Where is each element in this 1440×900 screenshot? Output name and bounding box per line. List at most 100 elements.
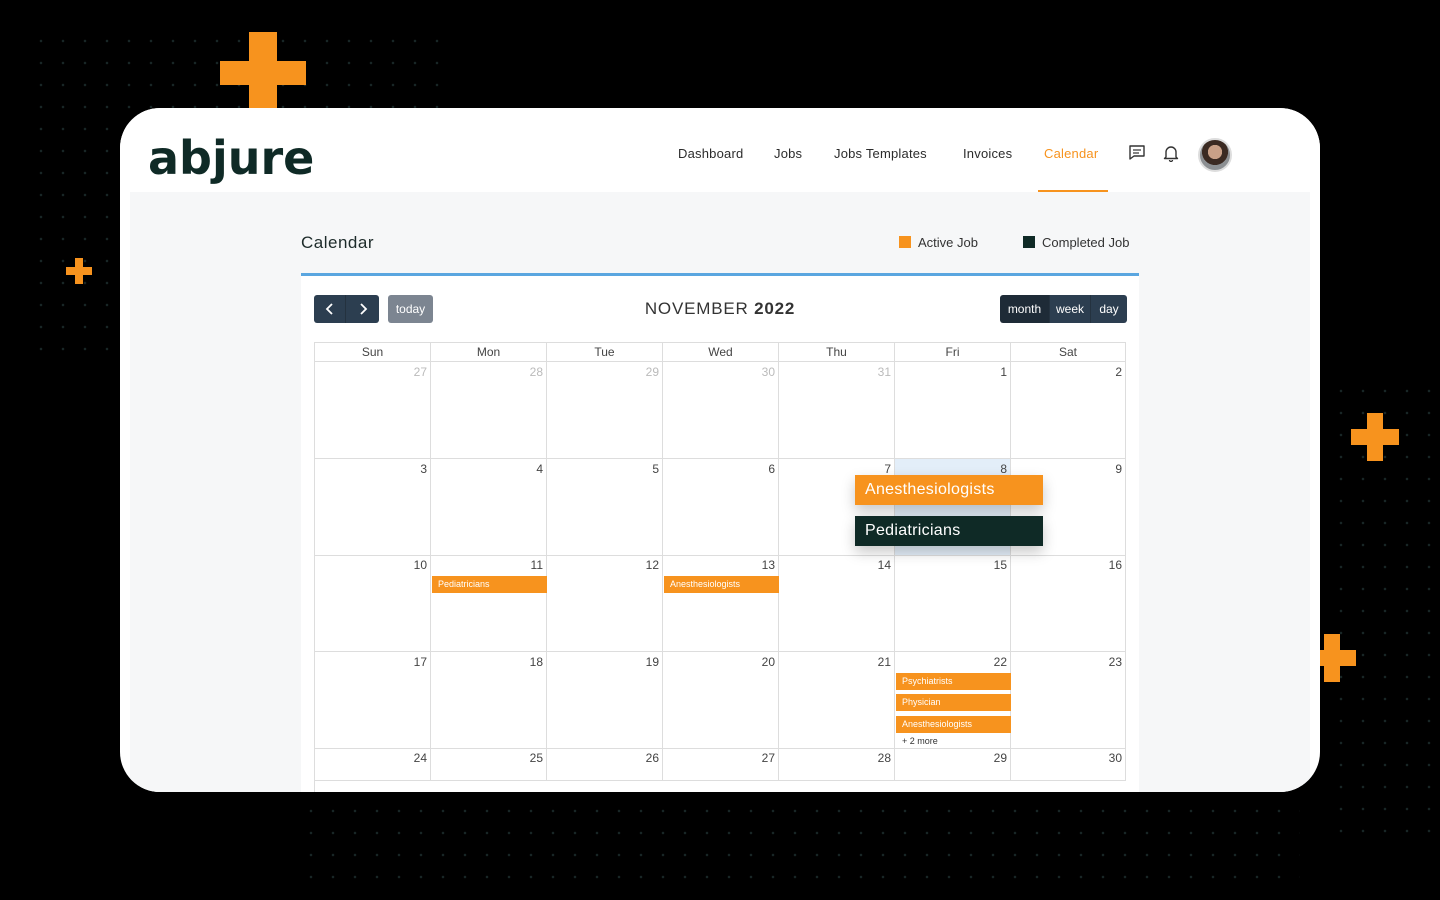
day-cell[interactable]: 6 bbox=[663, 459, 779, 556]
plus-decoration-icon bbox=[66, 258, 92, 284]
background-dot-pattern bbox=[300, 800, 1300, 890]
calendar-event[interactable]: Anesthesiologists bbox=[664, 576, 779, 593]
day-number[interactable]: 27 bbox=[414, 365, 427, 379]
day-number[interactable]: 7 bbox=[884, 462, 891, 476]
day-number[interactable]: 13 bbox=[762, 558, 775, 572]
page-title: Calendar bbox=[301, 233, 374, 252]
calendar-panel: Calendar Active Job Completed Job today bbox=[301, 192, 1139, 792]
day-cell[interactable]: 29 bbox=[547, 362, 663, 459]
calendar: today NOVEMBER 2022 month week day Sun Mo… bbox=[301, 276, 1139, 792]
day-number[interactable]: 29 bbox=[646, 365, 659, 379]
view-week-button[interactable]: week bbox=[1049, 295, 1090, 323]
day-cell[interactable]: 24 bbox=[315, 748, 431, 781]
day-number[interactable]: 21 bbox=[878, 655, 891, 669]
popup-event-active[interactable]: Anesthesiologists bbox=[855, 475, 1043, 505]
nav-calendar[interactable]: Calendar bbox=[1044, 146, 1098, 161]
day-number[interactable]: 22 bbox=[994, 655, 1007, 669]
view-month-button[interactable]: month bbox=[1000, 295, 1049, 323]
day-cell[interactable]: 18 bbox=[431, 652, 547, 749]
day-number[interactable]: 14 bbox=[878, 558, 891, 572]
day-cell[interactable]: 27 bbox=[315, 362, 431, 459]
weekday-header: Tue bbox=[547, 343, 663, 362]
nav-jobs-templates[interactable]: Jobs Templates bbox=[834, 146, 927, 161]
day-number[interactable]: 17 bbox=[414, 655, 427, 669]
day-cell[interactable]: 19 bbox=[547, 652, 663, 749]
day-cell[interactable]: 3 bbox=[315, 459, 431, 556]
calendar-event[interactable]: Anesthesiologists bbox=[896, 716, 1011, 733]
day-number[interactable]: 28 bbox=[530, 365, 543, 379]
day-cell[interactable]: 4 bbox=[431, 459, 547, 556]
popup-event-completed[interactable]: Pediatricians bbox=[855, 516, 1043, 546]
plus-decoration-icon bbox=[1316, 634, 1356, 682]
day-cell[interactable]: 11 bbox=[431, 555, 547, 652]
day-cell[interactable]: 10 bbox=[315, 555, 431, 652]
weekday-header: Fri bbox=[895, 343, 1011, 362]
day-number[interactable]: 12 bbox=[646, 558, 659, 572]
day-number[interactable]: 28 bbox=[878, 751, 891, 765]
day-cell[interactable]: 28 bbox=[431, 362, 547, 459]
day-cell[interactable]: 23 bbox=[1011, 652, 1126, 749]
day-number[interactable]: 25 bbox=[530, 751, 543, 765]
more-events-link[interactable]: + 2 more bbox=[902, 736, 938, 746]
legend-swatch-completed bbox=[1023, 236, 1035, 248]
user-avatar[interactable] bbox=[1198, 138, 1232, 172]
day-number[interactable]: 6 bbox=[768, 462, 775, 476]
day-number[interactable]: 10 bbox=[414, 558, 427, 572]
day-number[interactable]: 18 bbox=[530, 655, 543, 669]
day-cell[interactable]: 15 bbox=[895, 555, 1011, 652]
day-number[interactable]: 15 bbox=[994, 558, 1007, 572]
weekday-header: Sat bbox=[1011, 343, 1126, 362]
message-icon[interactable] bbox=[1128, 144, 1148, 164]
day-cell[interactable]: 26 bbox=[547, 748, 663, 781]
day-number[interactable]: 23 bbox=[1109, 655, 1122, 669]
day-number[interactable]: 24 bbox=[414, 751, 427, 765]
day-number[interactable]: 29 bbox=[994, 751, 1007, 765]
day-cell[interactable]: 14 bbox=[779, 555, 895, 652]
nav-invoices[interactable]: Invoices bbox=[963, 146, 1012, 161]
day-cell[interactable]: 13 bbox=[663, 555, 779, 652]
day-cell[interactable]: 25 bbox=[431, 748, 547, 781]
day-number[interactable]: 11 bbox=[531, 558, 543, 572]
day-cell[interactable]: 2 bbox=[1011, 362, 1126, 459]
day-number[interactable]: 30 bbox=[1109, 751, 1122, 765]
day-number[interactable]: 4 bbox=[536, 462, 543, 476]
day-number[interactable]: 9 bbox=[1115, 462, 1122, 476]
day-number[interactable]: 26 bbox=[646, 751, 659, 765]
weekday-header: Wed bbox=[663, 343, 779, 362]
day-cell[interactable]: 12 bbox=[547, 555, 663, 652]
day-number[interactable]: 8 bbox=[1000, 462, 1007, 476]
plus-decoration-icon bbox=[1351, 413, 1399, 461]
view-day-button[interactable]: day bbox=[1090, 295, 1127, 323]
day-cell[interactable]: 5 bbox=[547, 459, 663, 556]
day-cell[interactable]: 1 bbox=[895, 362, 1011, 459]
day-number[interactable]: 3 bbox=[420, 462, 427, 476]
day-cell[interactable]: 28 bbox=[779, 748, 895, 781]
day-cell[interactable]: 20 bbox=[663, 652, 779, 749]
calendar-event[interactable]: Pediatricians bbox=[432, 576, 547, 593]
day-number[interactable]: 30 bbox=[762, 365, 775, 379]
day-number[interactable]: 2 bbox=[1115, 365, 1122, 379]
day-cell[interactable]: 31 bbox=[779, 362, 895, 459]
day-number[interactable]: 16 bbox=[1109, 558, 1122, 572]
calendar-event[interactable]: Physician bbox=[896, 694, 1011, 711]
day-cell[interactable]: 17 bbox=[315, 652, 431, 749]
calendar-event[interactable]: Psychiatrists bbox=[896, 673, 1011, 690]
day-number[interactable]: 31 bbox=[878, 365, 891, 379]
day-number[interactable]: 1 bbox=[1000, 365, 1007, 379]
day-cell[interactable]: 29 bbox=[895, 748, 1011, 781]
weekday-header: Sun bbox=[315, 343, 431, 362]
weekday-header: Thu bbox=[779, 343, 895, 362]
bell-icon[interactable] bbox=[1162, 144, 1182, 164]
day-cell[interactable]: 16 bbox=[1011, 555, 1126, 652]
day-cell[interactable]: 30 bbox=[1011, 748, 1126, 781]
day-number[interactable]: 20 bbox=[762, 655, 775, 669]
day-cell[interactable]: 27 bbox=[663, 748, 779, 781]
day-cell[interactable]: 30 bbox=[663, 362, 779, 459]
day-number[interactable]: 5 bbox=[652, 462, 659, 476]
day-cell[interactable]: 21 bbox=[779, 652, 895, 749]
day-number[interactable]: 27 bbox=[762, 751, 775, 765]
legend-completed-job: Completed Job bbox=[1023, 235, 1129, 250]
nav-jobs[interactable]: Jobs bbox=[774, 146, 802, 161]
nav-dashboard[interactable]: Dashboard bbox=[678, 146, 743, 161]
day-number[interactable]: 19 bbox=[646, 655, 659, 669]
